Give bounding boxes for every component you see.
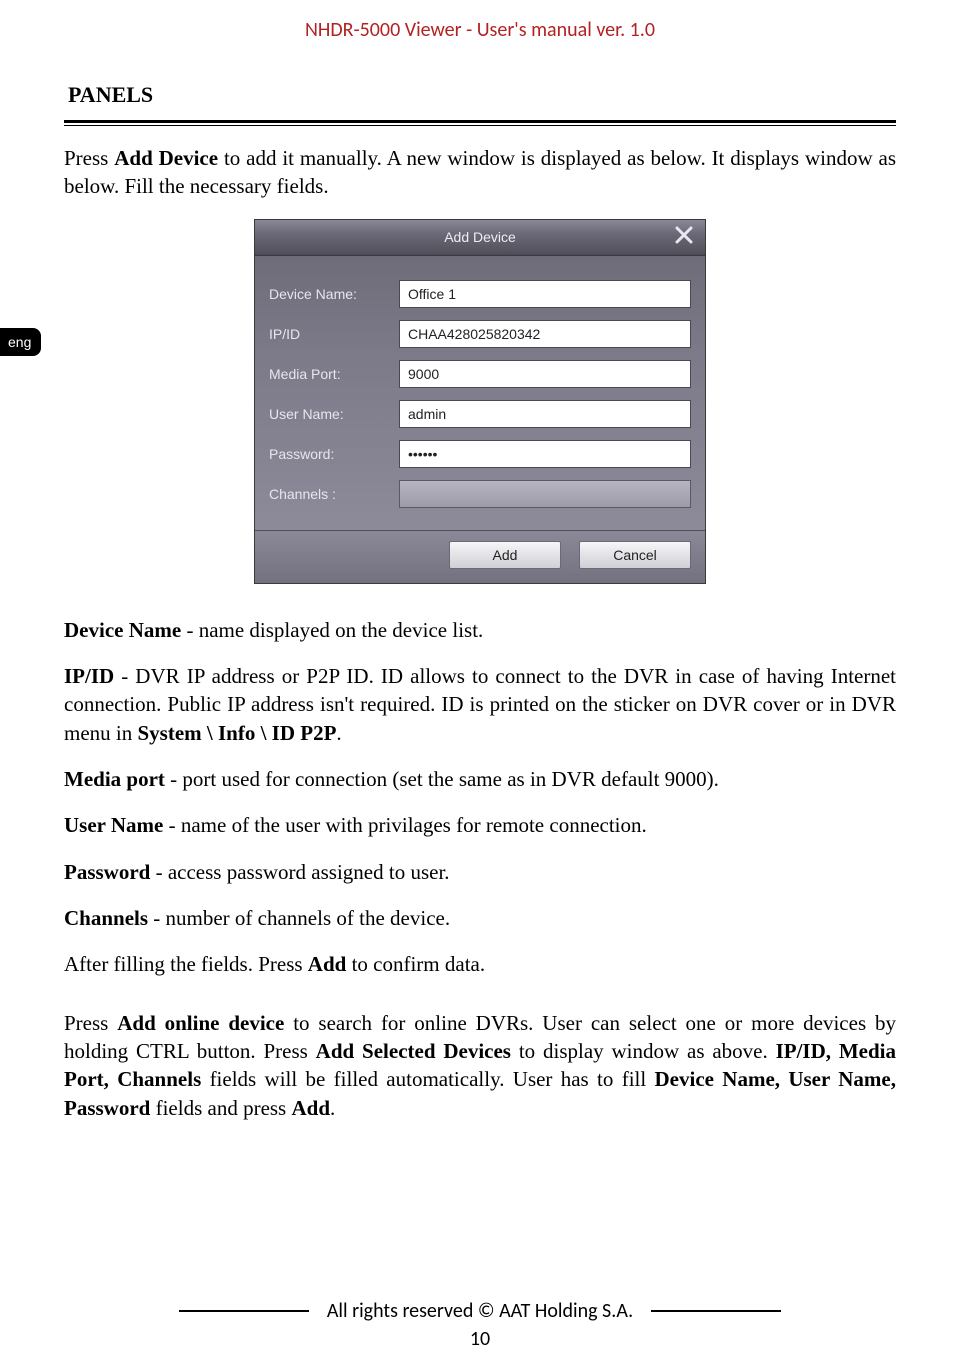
input-channels[interactable] bbox=[399, 480, 691, 508]
text: fields will be filled automatically. Use… bbox=[210, 1067, 655, 1091]
label-device-name: Device Name: bbox=[269, 286, 399, 302]
desc-channels: Channels - number of channels of the dev… bbox=[64, 904, 896, 932]
close-icon bbox=[674, 225, 694, 248]
text-bold: Media port bbox=[64, 767, 170, 791]
doc-title: NHDR-5000 Viewer - User's manual ver. 1.… bbox=[305, 18, 655, 42]
input-password[interactable] bbox=[399, 440, 691, 468]
language-tab: eng bbox=[0, 328, 41, 356]
button-label: Cancel bbox=[613, 547, 657, 563]
add-button[interactable]: Add bbox=[449, 541, 561, 569]
text-bold: Add bbox=[291, 1096, 330, 1120]
footer-rule-left bbox=[179, 1310, 309, 1312]
desc-user-name: User Name - name of the user with privil… bbox=[64, 811, 896, 839]
text-bold: Add Device bbox=[114, 146, 224, 170]
label-password: Password: bbox=[269, 446, 399, 462]
footer-copyright: All rights reserved © AAT Holding S.A. bbox=[327, 1299, 633, 1323]
text: - access password assigned to user. bbox=[156, 860, 450, 884]
text-bold: Add bbox=[308, 952, 352, 976]
field-channels: Channels : bbox=[269, 480, 691, 508]
desc-ip-id: IP/ID - DVR IP address or P2P ID. ID all… bbox=[64, 662, 896, 747]
dialog-body: Device Name: IP/ID Media Port: User Name… bbox=[255, 256, 705, 531]
text: fields and press bbox=[156, 1096, 292, 1120]
input-ip-id[interactable] bbox=[399, 320, 691, 348]
button-label: Add bbox=[493, 547, 518, 563]
dialog-screenshot: Add Device Device Name: IP/ID bbox=[64, 219, 896, 584]
text: - number of channels of the device. bbox=[153, 906, 450, 930]
label-ip-id: IP/ID bbox=[269, 326, 399, 342]
section-title: PANELS bbox=[64, 82, 896, 108]
input-user-name[interactable] bbox=[399, 400, 691, 428]
dialog-buttons: Add Cancel bbox=[255, 531, 705, 583]
input-media-port[interactable] bbox=[399, 360, 691, 388]
text-bold: Channels bbox=[64, 906, 153, 930]
text: - port used for connection (set the same… bbox=[170, 767, 719, 791]
text-bold: Password bbox=[64, 860, 156, 884]
field-device-name: Device Name: bbox=[269, 280, 691, 308]
text: . bbox=[330, 1096, 335, 1120]
text: - name of the user with privilages for r… bbox=[169, 813, 647, 837]
desc-password: Password - access password assigned to u… bbox=[64, 858, 896, 886]
footer-rule-right bbox=[651, 1310, 781, 1312]
label-channels: Channels : bbox=[269, 486, 399, 502]
dialog-title: Add Device bbox=[444, 229, 516, 245]
language-label: eng bbox=[8, 334, 31, 350]
text: - name displayed on the device list. bbox=[186, 618, 483, 642]
text: to display window as above. bbox=[519, 1039, 776, 1063]
text-bold: Device Name bbox=[64, 618, 186, 642]
doc-header: NHDR-5000 Viewer - User's manual ver. 1.… bbox=[0, 0, 960, 42]
text-bold: System \ Info \ ID P2P bbox=[138, 721, 337, 745]
field-password: Password: bbox=[269, 440, 691, 468]
text: Press bbox=[64, 1011, 117, 1035]
desc-media-port: Media port - port used for connection (s… bbox=[64, 765, 896, 793]
text: Press bbox=[64, 146, 114, 170]
divider-thin bbox=[64, 125, 896, 126]
text: After filling the fields. Press bbox=[64, 952, 308, 976]
desc-device-name: Device Name - name displayed on the devi… bbox=[64, 616, 896, 644]
intro-paragraph: Press Add Device to add it manually. A n… bbox=[64, 144, 896, 201]
input-device-name[interactable] bbox=[399, 280, 691, 308]
text-bold: IP/ID bbox=[64, 664, 121, 688]
dialog-titlebar: Add Device bbox=[255, 220, 705, 256]
label-user-name: User Name: bbox=[269, 406, 399, 422]
divider-thick bbox=[64, 120, 896, 123]
desc-after: After filling the fields. Press Add to c… bbox=[64, 950, 896, 978]
label-media-port: Media Port: bbox=[269, 366, 399, 382]
field-media-port: Media Port: bbox=[269, 360, 691, 388]
text-bold: Add Selected Devices bbox=[316, 1039, 519, 1063]
cancel-button[interactable]: Cancel bbox=[579, 541, 691, 569]
footer: All rights reserved © AAT Holding S.A. 1… bbox=[0, 1299, 960, 1351]
para-add-online: Press Add online device to search for on… bbox=[64, 1009, 896, 1122]
text: to confirm data. bbox=[352, 952, 486, 976]
text-bold: Add online device bbox=[117, 1011, 293, 1035]
add-device-dialog: Add Device Device Name: IP/ID bbox=[254, 219, 706, 584]
text: . bbox=[336, 721, 341, 745]
close-button[interactable] bbox=[671, 224, 697, 250]
text-bold: User Name bbox=[64, 813, 169, 837]
page-number: 10 bbox=[0, 1327, 960, 1351]
field-ip-id: IP/ID bbox=[269, 320, 691, 348]
field-user-name: User Name: bbox=[269, 400, 691, 428]
